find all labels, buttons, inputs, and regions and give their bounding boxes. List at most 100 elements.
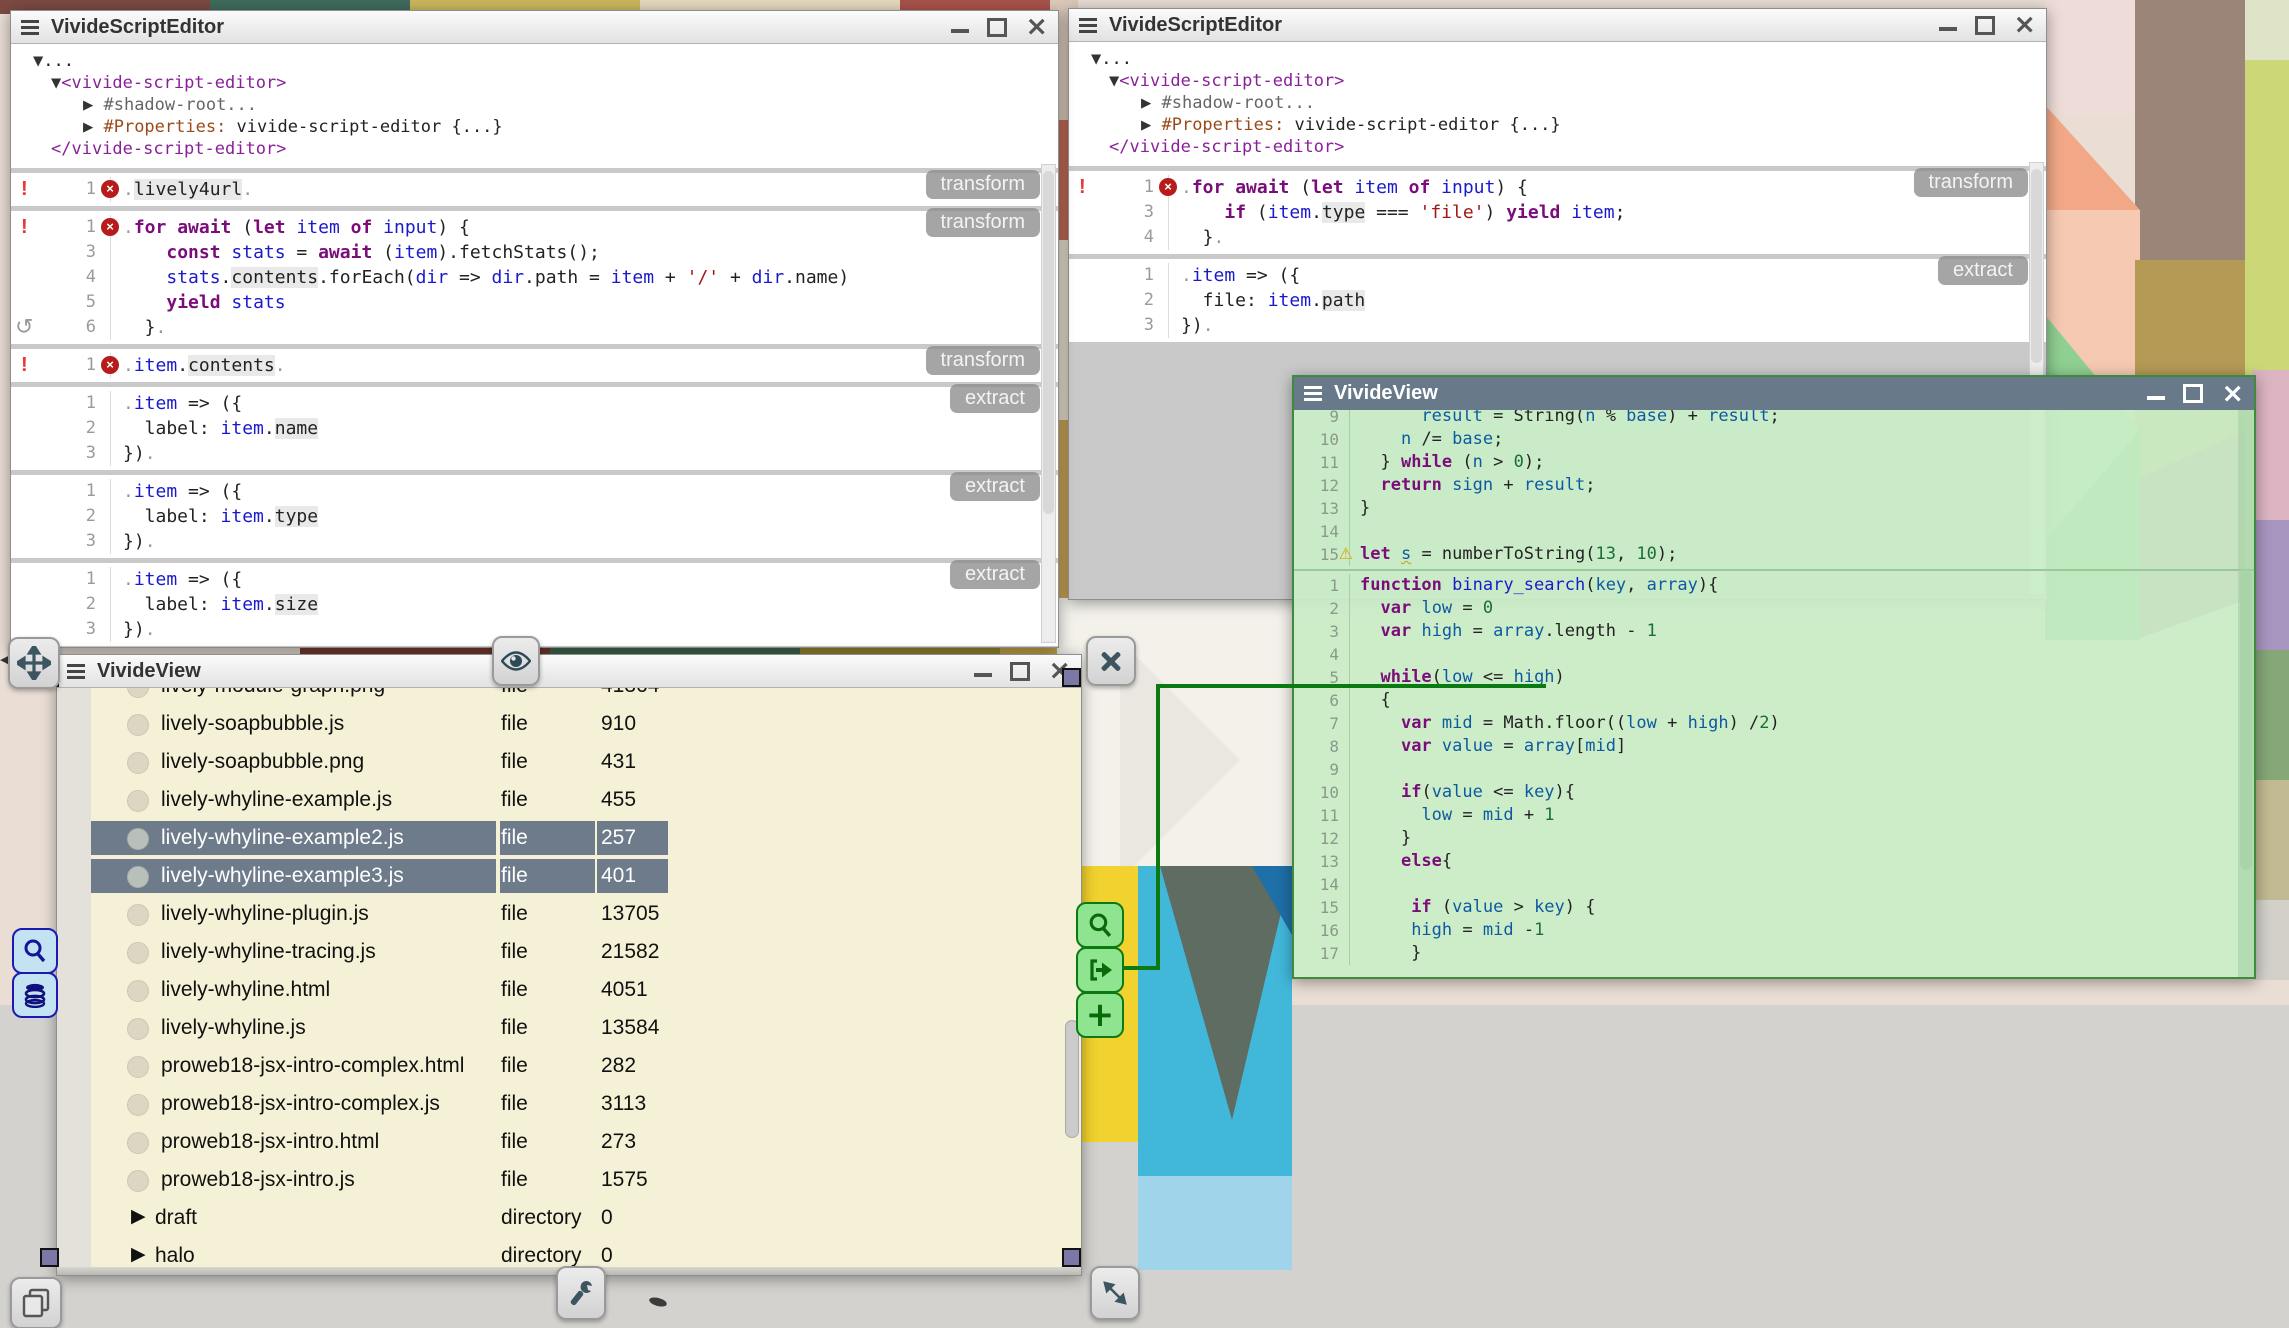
scrollbar-thumb[interactable] — [1065, 1020, 1079, 1138]
code-line[interactable]: 3}). — [11, 529, 1058, 554]
titlebar[interactable]: VivideView × — [1294, 377, 2254, 410]
maximize-button[interactable] — [1975, 16, 1995, 35]
file-row[interactable]: proweb18-jsx-intro.htmlfile273 — [91, 1124, 1081, 1162]
halo-copy-button[interactable] — [10, 1277, 62, 1328]
file-row[interactable]: proweb18-jsx-intro-complex.jsfile3113 — [91, 1086, 1081, 1124]
maximize-button[interactable] — [987, 18, 1007, 37]
code-line[interactable]: 4 — [1294, 643, 2254, 666]
script-step-block[interactable]: transform!1×.for await (let item of inpu… — [11, 211, 1058, 344]
halo-corner-handle[interactable] — [1062, 1248, 1081, 1267]
file-row[interactable]: lively-whyline-example.jsfile455 — [91, 782, 1081, 820]
code-line[interactable]: 12 return sign + result; — [1294, 474, 2254, 497]
file-row[interactable]: lively-whyline-example2.jsfile257 — [91, 820, 1081, 858]
undo-icon[interactable]: ↺ — [15, 315, 33, 340]
menu-icon[interactable] — [1079, 18, 1097, 33]
maximize-button[interactable] — [1010, 662, 1030, 681]
step-type-label[interactable]: extract — [950, 560, 1040, 589]
code-line[interactable]: 5 yield stats — [11, 290, 1058, 315]
code-line[interactable]: 1.item => ({ — [11, 391, 1058, 416]
code-line[interactable]: 3}). — [1069, 313, 2046, 338]
script-step-block[interactable]: extract1.item => ({2 label: item.name3})… — [11, 387, 1058, 470]
scrollbar-thumb[interactable] — [2031, 169, 2042, 363]
window-vivide-view-code[interactable]: VivideView × 9 result = String(n % base)… — [1292, 375, 2256, 979]
code-line[interactable]: 11 } while (n > 0); — [1294, 451, 2254, 474]
code-line[interactable]: 9 — [1294, 758, 2254, 781]
list-search-button[interactable] — [12, 928, 58, 974]
code-line[interactable]: 8 var value = array[mid] — [1294, 735, 2254, 758]
file-row[interactable]: lively-whyline.htmlfile4051 — [91, 972, 1081, 1010]
script-step-block[interactable]: transform!1×.item.contents. — [11, 349, 1058, 382]
code-line[interactable]: 2 label: item.size — [11, 592, 1058, 617]
view-export-button[interactable] — [1076, 947, 1124, 993]
halo-close-button[interactable] — [1086, 636, 1136, 686]
code-line[interactable]: 15 if (value > key) { — [1294, 896, 2254, 919]
code-line[interactable]: 3 if (item.type === 'file') yield item; — [1069, 200, 2046, 225]
code-line[interactable]: 3}). — [11, 441, 1058, 466]
code-line[interactable]: 3 var high = array.length - 1 — [1294, 620, 2254, 643]
halo-inspect-button[interactable] — [492, 636, 540, 686]
step-type-label[interactable]: extract — [950, 384, 1040, 413]
menu-icon[interactable] — [67, 664, 85, 679]
script-step-block[interactable]: extract1.item => ({2 file: item.path3}). — [1069, 259, 2046, 342]
file-row[interactable]: lively-whyline.jsfile13584 — [91, 1010, 1081, 1048]
code-line[interactable]: 3 const stats = await (item).fetchStats(… — [11, 240, 1058, 265]
code-line[interactable]: !1×.item.contents. — [11, 353, 1058, 378]
file-row[interactable]: lively-module-graph.pngfile41364 — [91, 688, 1081, 706]
expand-triangle-icon[interactable]: ▶ — [131, 1243, 146, 1266]
window-vivide-script-editor-left[interactable]: VivideScriptEditor × ▼...▼<vivide-script… — [10, 10, 1059, 648]
list-data-source-button[interactable] — [12, 972, 58, 1018]
file-row[interactable]: ▶halodirectory0 — [91, 1238, 1081, 1267]
view-add-button[interactable]: + — [1076, 992, 1124, 1038]
dom-tree-line[interactable]: ▶ #shadow-root... — [1069, 92, 2046, 114]
file-row[interactable]: ▶draftdirectory0 — [91, 1200, 1081, 1238]
code-line[interactable]: 16 high = mid -1 — [1294, 919, 2254, 942]
scrollbar[interactable] — [1041, 164, 1056, 643]
code-line[interactable]: 11 low = mid + 1 — [1294, 804, 2254, 827]
file-row[interactable]: proweb18-jsx-intro-complex.htmlfile282 — [91, 1048, 1081, 1086]
file-row[interactable]: lively-soapbubble.pngfile431 — [91, 744, 1081, 782]
code-line[interactable]: 14 — [1294, 873, 2254, 896]
code-line[interactable]: 10 if(value <= key){ — [1294, 781, 2254, 804]
code-line[interactable]: 14 — [1294, 520, 2254, 543]
dom-tree-line[interactable]: </vivide-script-editor> — [1069, 136, 2046, 158]
file-row[interactable]: lively-soapbubble.jsfile910 — [91, 706, 1081, 744]
dom-tree-line[interactable]: ▶ #Properties: vivide-script-editor {...… — [1069, 114, 2046, 136]
dom-tree-line[interactable]: ▼<vivide-script-editor> — [11, 72, 1058, 94]
minimize-button[interactable] — [1939, 27, 1957, 31]
halo-corner-handle[interactable] — [1062, 668, 1081, 687]
code-line[interactable]: 1.item => ({ — [11, 567, 1058, 592]
titlebar[interactable]: VivideScriptEditor × — [1069, 9, 2046, 42]
script-step-block[interactable]: transform!1×.lively4url. — [11, 173, 1058, 206]
code-line[interactable]: 9 result = String(n % base) + result; — [1294, 410, 2254, 428]
code-line[interactable]: 5 while(low <= high) — [1294, 666, 2254, 689]
step-type-label[interactable]: transform — [926, 208, 1040, 237]
halo-drag-button[interactable] — [8, 637, 60, 689]
menu-icon[interactable] — [1304, 386, 1322, 401]
step-type-label[interactable]: transform — [1914, 168, 2028, 197]
view-search-button[interactable] — [1076, 902, 1124, 948]
code-line[interactable]: 1.item => ({ — [1069, 263, 2046, 288]
file-row[interactable]: lively-whyline-plugin.jsfile13705 — [91, 896, 1081, 934]
scrollbar-thumb[interactable] — [2240, 570, 2252, 870]
dom-tree-line[interactable]: ▼<vivide-script-editor> — [1069, 70, 2046, 92]
script-step-block[interactable]: extract1.item => ({2 label: item.type3})… — [11, 475, 1058, 558]
code-line[interactable]: 17 } — [1294, 942, 2254, 965]
code-line[interactable]: 4 }. — [1069, 225, 2046, 250]
code-block[interactable]: 9 result = String(n % base) + result;10 … — [1294, 410, 2254, 569]
step-type-label[interactable]: extract — [1938, 256, 2028, 285]
step-type-label[interactable]: extract — [950, 472, 1040, 501]
file-row[interactable]: lively-whyline-example3.jsfile401 — [91, 858, 1081, 896]
code-block[interactable]: 1function binary_search(key, array){2 va… — [1294, 569, 2254, 968]
close-button[interactable]: × — [2221, 384, 2244, 404]
dom-tree-line[interactable]: ▶ #shadow-root... — [11, 94, 1058, 116]
code-line[interactable]: 10 n /= base; — [1294, 428, 2254, 451]
close-button[interactable]: × — [1025, 17, 1048, 37]
code-line[interactable]: 6 { — [1294, 689, 2254, 712]
step-type-label[interactable]: transform — [926, 346, 1040, 375]
script-step-block[interactable]: transform!1×.for await (let item of inpu… — [1069, 171, 2046, 254]
code-line[interactable]: !1×.for await (let item of input) { — [1069, 175, 2046, 200]
minimize-button[interactable] — [2147, 396, 2165, 400]
minimize-button[interactable] — [951, 29, 969, 33]
code-line[interactable]: 2 file: item.path — [1069, 288, 2046, 313]
code-line[interactable]: 2 label: item.name — [11, 416, 1058, 441]
